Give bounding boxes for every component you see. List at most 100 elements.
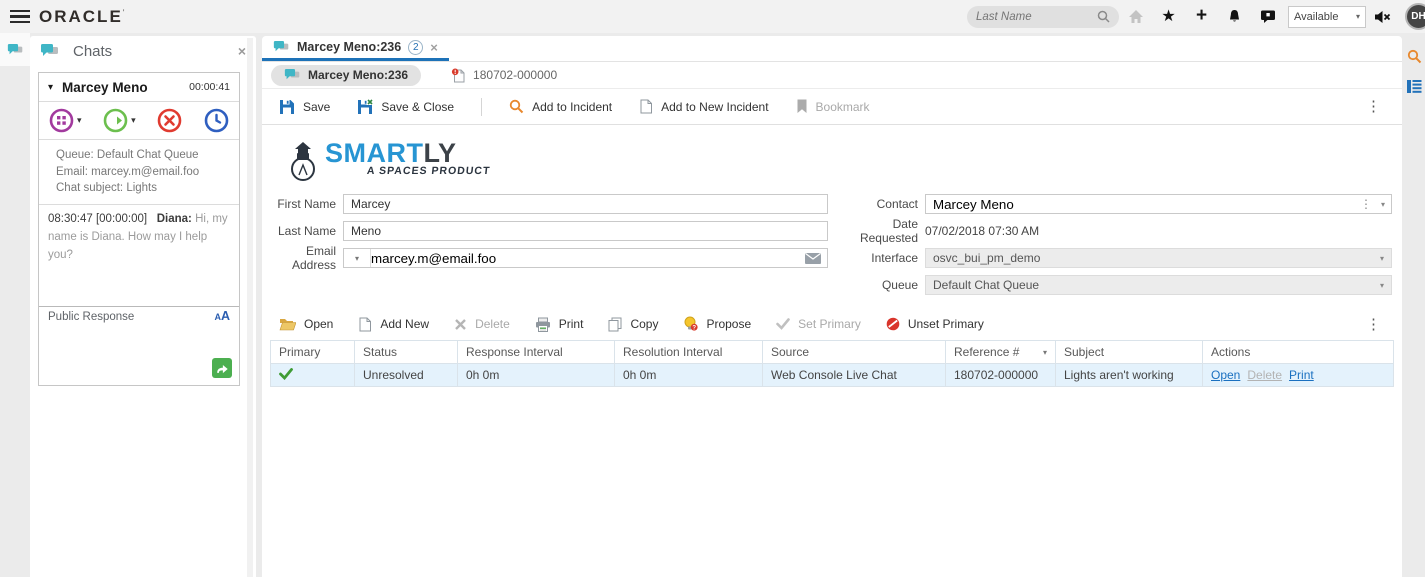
search-icon[interactable] xyxy=(1097,10,1110,23)
last-name-field[interactable] xyxy=(343,221,828,241)
delete-button[interactable]: Delete xyxy=(454,317,510,331)
incident-toolbar-overflow-icon[interactable]: ⋮ xyxy=(1362,317,1385,332)
email-type-caret-icon[interactable]: ▾ xyxy=(344,249,371,267)
row-print-link[interactable]: Print xyxy=(1289,368,1314,382)
save-close-label: Save & Close xyxy=(381,99,455,114)
chat-email-line: Email: marcey.m@email.foo xyxy=(56,165,200,178)
envelope-icon[interactable] xyxy=(805,252,821,264)
chats-panel: Chats × ▾ Marcey Meno 00:00:41 ▾ ▾ Queue… xyxy=(30,36,256,577)
copy-button[interactable]: Copy xyxy=(608,317,658,332)
record-tab-bar: Marcey Meno:236 180702-000000 xyxy=(262,62,1402,89)
contact-label: Contact xyxy=(876,197,918,211)
dock-reports-icon[interactable] xyxy=(1402,71,1425,101)
col-response-interval[interactable]: Response Interval xyxy=(457,340,615,364)
disconnect-button[interactable] xyxy=(157,108,182,133)
email-field[interactable] xyxy=(371,249,805,267)
chat-subject-line: Chat subject: Lights xyxy=(56,182,158,195)
svg-text:?: ? xyxy=(693,325,697,331)
global-search[interactable] xyxy=(967,5,1119,28)
oracle-trademark: ’ xyxy=(122,7,127,17)
cell-actions: Open Delete Print xyxy=(1202,363,1394,387)
save-label: Save xyxy=(303,99,331,114)
interface-select[interactable]: osvc_bui_pm_demo ▾ xyxy=(925,248,1392,268)
contact-dropdown-caret-icon[interactable]: ▾ xyxy=(1381,200,1385,209)
wrap-up-button[interactable] xyxy=(204,108,229,133)
add-to-new-incident-label: Add to New Incident xyxy=(661,99,769,114)
open-folder-icon xyxy=(279,319,296,331)
unset-primary-button[interactable]: Unset Primary xyxy=(886,317,984,331)
user-avatar[interactable]: DH xyxy=(1405,3,1425,30)
conference-icon xyxy=(49,108,74,133)
toolbar-overflow-icon[interactable]: ⋮ xyxy=(1362,99,1385,114)
favorites-star-icon[interactable]: ★ xyxy=(1152,0,1185,33)
conference-caret-icon[interactable]: ▾ xyxy=(77,115,82,126)
open-button[interactable]: Open xyxy=(279,317,333,331)
chats-panel-close-icon[interactable]: × xyxy=(238,43,246,59)
sort-caret-icon[interactable]: ▾ xyxy=(1043,348,1047,357)
notifications-bell-icon[interactable] xyxy=(1218,0,1251,33)
row-open-link[interactable]: Open xyxy=(1211,368,1240,382)
home-icon[interactable] xyxy=(1119,0,1152,33)
add-plus-icon[interactable]: + xyxy=(1185,0,1218,33)
response-input-area[interactable] xyxy=(39,327,239,385)
col-status[interactable]: Status xyxy=(354,340,458,364)
chats-dock-icon[interactable] xyxy=(0,33,30,66)
print-button[interactable]: Print xyxy=(535,317,584,332)
bookmark-button[interactable]: Bookmark xyxy=(796,99,870,114)
collapse-caret-icon[interactable]: ▾ xyxy=(48,82,53,93)
cell-subject: Lights aren't working xyxy=(1055,363,1203,387)
send-response-button[interactable] xyxy=(212,358,232,379)
transfer-button[interactable]: ▾ xyxy=(103,108,136,133)
conference-button[interactable]: ▾ xyxy=(49,108,82,133)
save-and-close-button[interactable]: Save & Close xyxy=(357,98,455,115)
chat-session-card: ▾ Marcey Meno 00:00:41 ▾ ▾ Queue: Defaul… xyxy=(38,72,240,387)
incident-icon xyxy=(451,68,465,82)
col-source[interactable]: Source xyxy=(762,340,946,364)
interface-value: osvc_bui_pm_demo xyxy=(933,251,1041,265)
star-glyph: ★ xyxy=(1161,7,1176,25)
availability-select[interactable]: Available ▾ xyxy=(1288,5,1366,28)
font-size-icon[interactable]: AA xyxy=(214,310,230,324)
search-input[interactable] xyxy=(976,10,1097,23)
col-reference[interactable]: Reference # ▾ xyxy=(945,340,1056,364)
transfer-caret-icon[interactable]: ▾ xyxy=(131,115,136,126)
save-button[interactable]: Save xyxy=(279,99,330,115)
first-name-field[interactable] xyxy=(343,194,828,214)
contact-field[interactable] xyxy=(926,195,1360,213)
contact-options-kebab-icon[interactable]: ⋮ xyxy=(1360,197,1372,211)
add-new-button[interactable]: Add New xyxy=(358,317,429,332)
set-primary-button[interactable]: Set Primary xyxy=(776,317,861,331)
propose-button[interactable]: ? Propose xyxy=(683,316,751,332)
date-requested-label: Date Requested xyxy=(859,217,918,245)
subtab-incident[interactable]: 180702-000000 xyxy=(451,68,557,83)
chat-panel-scrollbar[interactable] xyxy=(247,38,253,577)
col-primary[interactable]: Primary xyxy=(270,340,355,364)
col-resolution-interval[interactable]: Resolution Interval xyxy=(614,340,763,364)
subtab-contact[interactable]: Marcey Meno:236 xyxy=(271,64,422,86)
print-label: Print xyxy=(558,317,584,331)
disconnect-icon xyxy=(158,108,182,133)
tab-chat-icon xyxy=(273,41,289,52)
chat-transcript[interactable]: 08:30:47 [00:00:00] Diana: Hi, my name i… xyxy=(39,204,239,306)
dock-search-icon[interactable] xyxy=(1402,41,1425,71)
add-to-incident-button[interactable]: Add to Incident xyxy=(509,99,612,114)
record-toolbar: Save Save & Close Add to Incident Add to… xyxy=(262,89,1402,125)
tab-marcey-meno[interactable]: Marcey Meno:236 2 × xyxy=(262,36,449,61)
table-row[interactable]: Unresolved 0h 0m 0h 0m Web Console Live … xyxy=(270,363,1394,387)
cell-source: Web Console Live Chat xyxy=(762,363,946,387)
chat-card-header: ▾ Marcey Meno 00:00:41 xyxy=(39,73,239,101)
row-delete-link[interactable]: Delete xyxy=(1247,368,1282,382)
add-to-new-incident-icon xyxy=(640,99,653,114)
primary-check-icon xyxy=(279,367,293,380)
cell-reference: 180702-000000 xyxy=(945,363,1056,387)
mute-speaker-icon[interactable] xyxy=(1366,0,1399,33)
tab-close-icon[interactable]: × xyxy=(430,40,438,55)
col-subject[interactable]: Subject xyxy=(1055,340,1203,364)
menu-icon[interactable] xyxy=(10,9,30,24)
queue-select[interactable]: Default Chat Queue ▾ xyxy=(925,275,1392,295)
queue-caret-icon: ▾ xyxy=(1379,280,1384,290)
table-header-row: Primary Status Response Interval Resolut… xyxy=(270,340,1394,364)
chat-notification-icon[interactable] xyxy=(1251,0,1284,33)
add-to-new-incident-button[interactable]: Add to New Incident xyxy=(639,99,769,114)
chats-icon xyxy=(41,44,58,56)
